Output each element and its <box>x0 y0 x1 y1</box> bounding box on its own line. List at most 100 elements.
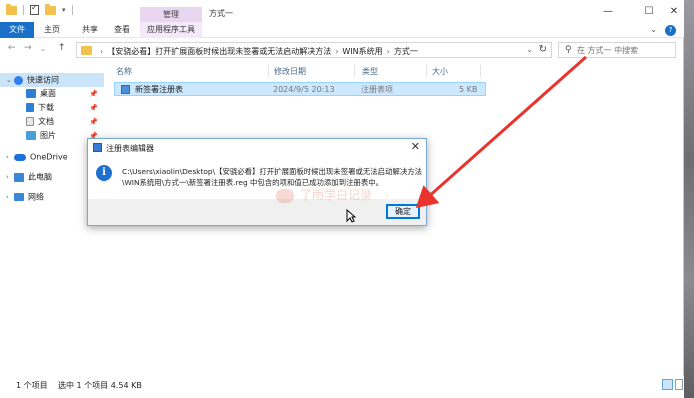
ribbon-controls: ⌄ ? <box>650 25 676 36</box>
sidebar-item-label: 下载 <box>38 103 54 112</box>
quick-access-toolbar: ▾ <box>6 3 73 15</box>
tab-view[interactable]: 查看 <box>114 22 130 38</box>
breadcrumb-item[interactable]: WIN系统用 <box>342 47 382 56</box>
selection-info: 选中 1 个项目 4.54 KB <box>58 381 142 390</box>
close-icon[interactable]: ✕ <box>411 140 420 153</box>
watermark: 了雨学白记录 <box>276 186 372 203</box>
title-bar: ▾ 管理 方式一 — ☐ ✕ <box>0 0 684 22</box>
chevron-down-icon[interactable]: ⌄ <box>526 45 533 54</box>
column-divider[interactable] <box>480 65 481 77</box>
status-bar: 1 个项目 | 选中 1 个项目 4.54 KB <box>0 376 684 398</box>
sidebar-item-label: 图片 <box>40 131 56 140</box>
up-icon[interactable]: ↑ <box>58 43 66 53</box>
watermark-logo-icon <box>276 188 294 203</box>
registry-editor-dialog: 注册表编辑器 ✕ i C:\Users\xiaolin\Desktop\【安骁必… <box>87 138 427 226</box>
chevron-right-icon[interactable]: › <box>387 47 390 56</box>
ok-button[interactable]: 确定 <box>386 204 420 219</box>
column-divider[interactable] <box>268 65 269 77</box>
minimize-icon[interactable]: — <box>600 6 616 17</box>
dialog-title: 注册表编辑器 <box>106 144 154 153</box>
network-icon <box>14 193 24 201</box>
sidebar-item-documents[interactable]: 文档 📌 <box>26 115 104 129</box>
chevron-down-icon[interactable]: ⌄ <box>6 73 14 87</box>
info-icon: i <box>96 165 112 181</box>
column-divider[interactable] <box>354 65 355 77</box>
toolbar-divider <box>71 5 73 15</box>
dialog-message-line: C:\Users\xiaolin\Desktop\【安骁必看】打开扩展面板时候出… <box>122 167 422 176</box>
cloud-icon <box>14 153 26 161</box>
properties-icon[interactable] <box>30 3 39 15</box>
sidebar-item-downloads[interactable]: 下载 📌 <box>26 101 104 115</box>
help-icon[interactable]: ? <box>665 25 676 36</box>
file-date: 2024/9/5 20:13 <box>273 85 335 94</box>
customize-toolbar-icon[interactable]: ▾ <box>62 6 66 14</box>
column-header-size[interactable]: 大小 <box>432 66 448 77</box>
registry-editor-icon <box>93 143 102 152</box>
close-icon[interactable]: ✕ <box>666 6 682 17</box>
ribbon: 文件 主页 共享 查看 应用程序工具 ⌄ ? <box>0 22 684 38</box>
dialog-message-line: \WIN系统用\方式一\新签署注册表.reg 中包含的项和值已成功添加到注册表中… <box>122 178 384 187</box>
toolbar-divider <box>23 5 24 15</box>
star-icon <box>14 75 23 85</box>
sidebar-item-label: 桌面 <box>40 89 56 98</box>
refresh-icon[interactable]: ↻ <box>539 44 547 55</box>
search-input[interactable] <box>577 45 673 56</box>
search-box[interactable]: ⚲ <box>558 42 676 58</box>
computer-icon <box>14 172 24 182</box>
picture-icon <box>26 131 36 140</box>
new-folder-icon[interactable] <box>45 3 56 15</box>
mouse-cursor-icon <box>346 209 356 223</box>
maximize-icon[interactable]: ☐ <box>641 6 657 17</box>
table-row[interactable]: 新签署注册表 2024/9/5 20:13 注册表项 5 KB <box>114 82 486 96</box>
folder-icon <box>6 3 17 15</box>
sidebar-item-label: 此电脑 <box>28 172 52 182</box>
forward-icon[interactable]: → <box>24 43 32 53</box>
dialog-body: i C:\Users\xiaolin\Desktop\【安骁必看】打开扩展面板时… <box>88 156 426 199</box>
tab-home[interactable]: 主页 <box>44 22 60 38</box>
tab-app-tools[interactable]: 应用程序工具 <box>140 22 202 38</box>
item-count: 1 个项目 <box>16 381 48 390</box>
file-size: 5 KB <box>459 85 478 94</box>
pin-icon[interactable]: 📌 <box>89 101 98 115</box>
chevron-right-icon[interactable]: › <box>100 47 103 56</box>
download-icon <box>26 103 34 112</box>
tab-file[interactable]: 文件 <box>0 22 34 38</box>
details-view-icon[interactable] <box>662 379 673 390</box>
sidebar-item-label: 文档 <box>38 117 54 126</box>
column-header-date[interactable]: 修改日期 <box>274 66 306 77</box>
breadcrumb: › 【安骁必看】打开扩展面板时候出现未签署或无法启动解决方法 › WIN系统用 › 方式一 <box>96 46 418 57</box>
recent-locations-icon[interactable]: ⌄ <box>40 45 46 53</box>
window-title: 方式一 <box>209 9 233 18</box>
watermark-text: 了雨学白记录 <box>300 188 373 202</box>
large-icons-view-icon[interactable] <box>675 379 683 390</box>
column-header-name[interactable]: 名称 <box>116 66 132 77</box>
sidebar-item-label: OneDrive <box>30 152 68 162</box>
chevron-right-icon[interactable]: › <box>335 47 338 56</box>
search-icon: ⚲ <box>565 45 572 55</box>
dialog-title-bar: 注册表编辑器 ✕ <box>88 139 426 156</box>
sidebar-item-desktop[interactable]: 桌面 📌 <box>26 87 104 101</box>
breadcrumb-item[interactable]: 方式一 <box>394 47 418 56</box>
document-icon <box>26 117 34 126</box>
breadcrumb-item[interactable]: 【安骁必看】打开扩展面板时候出现未签署或无法启动解决方法 <box>107 47 331 56</box>
pin-icon[interactable]: 📌 <box>89 87 98 101</box>
sidebar-item-quick-access[interactable]: ⌄ 快速访问 <box>0 73 104 87</box>
column-divider[interactable] <box>426 65 427 77</box>
registry-file-icon <box>121 85 130 94</box>
tab-manage[interactable]: 管理 <box>140 7 202 22</box>
pin-icon[interactable]: 📌 <box>89 115 98 129</box>
sidebar-item-label: 网络 <box>28 192 44 202</box>
chevron-right-icon[interactable]: › <box>6 150 14 164</box>
dialog-message: C:\Users\xiaolin\Desktop\【安骁必看】打开扩展面板时候出… <box>122 166 422 188</box>
expand-ribbon-icon[interactable]: ⌄ <box>650 25 657 36</box>
chevron-right-icon[interactable]: › <box>6 170 14 184</box>
chevron-right-icon[interactable]: › <box>6 190 14 204</box>
sidebar-item-label: 快速访问 <box>27 75 59 85</box>
file-name: 新签署注册表 <box>135 85 183 94</box>
file-type: 注册表项 <box>361 85 393 94</box>
navigation-bar: ← → ⌄ ↑ › 【安骁必看】打开扩展面板时候出现未签署或无法启动解决方法 › WI… <box>0 40 684 60</box>
back-icon[interactable]: ← <box>8 43 16 53</box>
column-header-type[interactable]: 类型 <box>362 66 378 77</box>
address-bar[interactable]: › 【安骁必看】打开扩展面板时候出现未签署或无法启动解决方法 › WIN系统用 › 方式一… <box>76 42 552 58</box>
tab-share[interactable]: 共享 <box>82 22 98 38</box>
